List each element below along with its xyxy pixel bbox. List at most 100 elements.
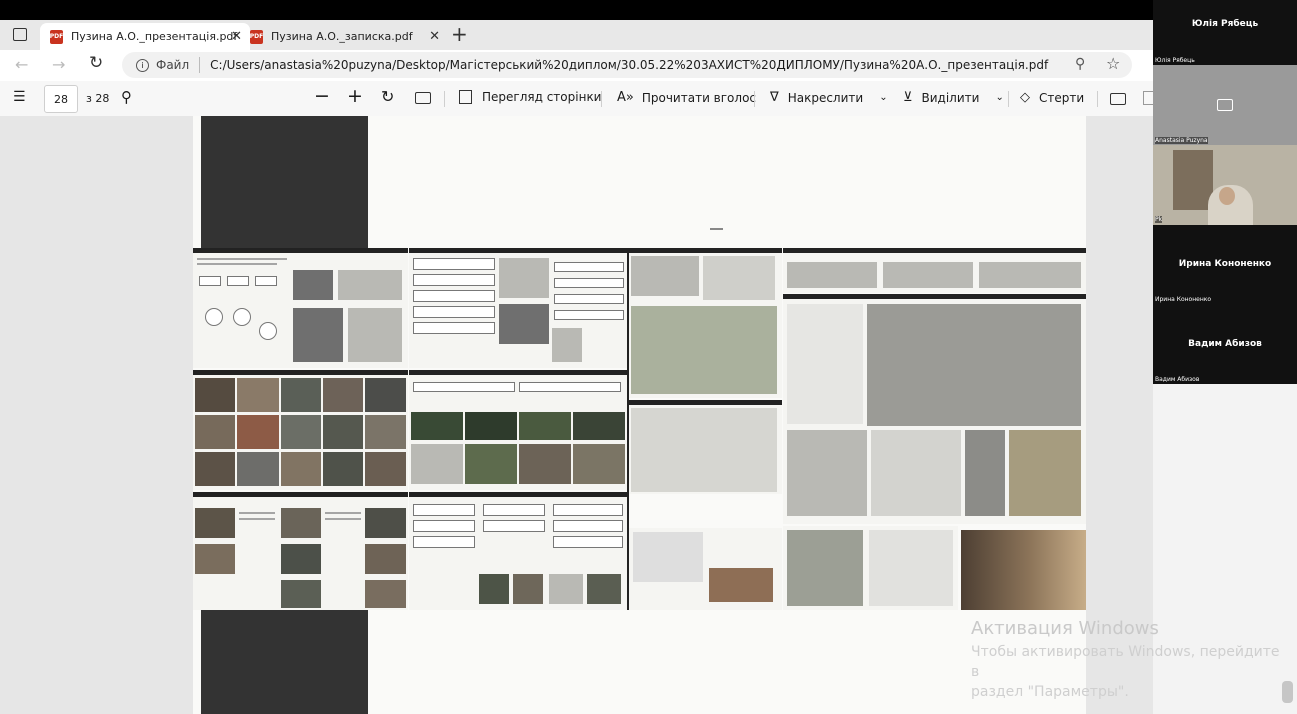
participant-tile[interactable]: Юлія Рябець Юлія Рябець [1153, 0, 1297, 65]
tab-actions-icon[interactable] [13, 28, 27, 41]
address-bar[interactable]: i Файл C:/Users/anastasia%20puzyna/Deskt… [122, 52, 1132, 78]
participant-tile[interactable]: Ирина Кононенко Ирина Кононенко [1153, 225, 1297, 305]
back-icon[interactable]: ← [15, 55, 28, 74]
zoom-icon[interactable]: ⚲ [1075, 56, 1085, 72]
close-tab-icon[interactable]: ✕ [429, 29, 440, 44]
poster-panel [193, 370, 408, 490]
toolbar-separator [601, 91, 602, 107]
forward-icon[interactable]: → [52, 55, 65, 74]
tab-presentation[interactable]: PDF Пузина А.О._презентація.pdf ✕ [40, 23, 250, 50]
pen-icon: ∇ [770, 90, 779, 105]
print-icon[interactable] [1110, 93, 1126, 105]
zoom-in-icon[interactable]: + [347, 85, 363, 107]
photo [281, 452, 321, 486]
panel-image [338, 270, 402, 300]
poster-strip [193, 248, 1086, 610]
participant-label: Рk [1155, 216, 1163, 223]
detail-image [709, 568, 773, 602]
new-tab-button[interactable]: + [451, 22, 468, 46]
page-dash [710, 228, 723, 230]
panel-image [549, 574, 583, 604]
close-tab-icon[interactable]: ✕ [231, 29, 242, 44]
photo [365, 452, 406, 486]
site-photo [631, 256, 699, 296]
fit-page-icon[interactable] [415, 92, 431, 104]
draw-label: Накреслити [787, 90, 864, 105]
panel-image [499, 258, 549, 298]
panel-header-bar [409, 492, 627, 497]
pdf-icon: PDF [50, 29, 63, 44]
url-text[interactable]: C:/Users/anastasia%20puzyna/Desktop/Магі… [210, 58, 1048, 72]
activation-line-1: Чтобы активировать Windows, перейдите в [971, 644, 1280, 680]
text-line [197, 263, 277, 265]
photo [237, 415, 279, 449]
photo [281, 580, 321, 608]
chevron-down-icon[interactable]: ⌄ [879, 92, 887, 103]
participant-tile[interactable]: Вадим Абизов Вадим Абизов [1153, 305, 1297, 384]
read-aloud-button[interactable]: A» Прочитати вголос [617, 90, 756, 105]
panel-image [499, 304, 549, 344]
photo [479, 574, 509, 604]
favorite-star-icon[interactable]: ☆ [1106, 54, 1120, 73]
photo [519, 412, 571, 440]
diagram-box [553, 536, 623, 548]
poster-panel [783, 526, 958, 610]
chevron-down-icon[interactable]: ⌄ [995, 92, 1003, 103]
table-image [633, 532, 703, 582]
rotate-icon[interactable]: ↻ [381, 87, 394, 106]
site-render [787, 530, 863, 606]
photo [323, 452, 363, 486]
diagram-box [554, 294, 624, 304]
erase-button[interactable]: ◇ Стерти [1020, 90, 1084, 105]
zoom-out-icon[interactable]: − [314, 85, 330, 107]
toolbar-separator [1008, 91, 1009, 107]
pdf-page [193, 116, 1086, 714]
participant-label: Ирина Кононенко [1155, 296, 1212, 303]
file-label: Файл [156, 58, 190, 72]
highlighter-icon: ⊻ [903, 90, 913, 105]
erase-label: Стерти [1039, 90, 1085, 105]
poster-panel [409, 492, 627, 610]
camera-off-icon [1217, 99, 1233, 111]
highlight-button[interactable]: ⊻ Виділити ⌄ [903, 90, 1004, 105]
poster-panel [409, 370, 627, 490]
diagram-box [413, 306, 495, 318]
panel-header-bar [629, 400, 782, 405]
tab-note[interactable]: PDF Пузина А.О._записка.pdf ✕ [242, 23, 448, 50]
refresh-icon[interactable]: ↻ [89, 53, 103, 73]
photo [281, 415, 321, 449]
video-feed [1173, 150, 1213, 210]
plan-drawing [787, 304, 863, 424]
diagram-box [553, 504, 623, 516]
diagram-box [413, 290, 495, 302]
participant-name: Ирина Кононенко [1178, 259, 1272, 269]
participant-name: Юлія Рябець [1191, 19, 1259, 29]
diagram-box [519, 382, 621, 392]
photo [411, 412, 463, 440]
text-line [325, 512, 361, 514]
panel-image [348, 308, 402, 362]
photo [323, 415, 363, 449]
participant-tile[interactable]: Anastasia Puzyna [1153, 65, 1297, 145]
diagram-box [413, 382, 515, 392]
search-icon[interactable]: ⚲ [121, 88, 132, 106]
diagram-box [554, 262, 624, 272]
eraser-icon: ◇ [1020, 90, 1030, 105]
photo [365, 415, 406, 449]
photo [573, 412, 625, 440]
page-number-input[interactable]: 28 [44, 85, 78, 113]
draw-button[interactable]: ∇ Накреслити ⌄ [770, 90, 888, 105]
contents-icon[interactable]: ☰ [13, 89, 26, 105]
panel-header-bar [409, 370, 627, 375]
diagram-box [483, 520, 545, 532]
participant-tile[interactable]: Рk [1153, 145, 1297, 225]
panel-header-bar [193, 492, 408, 497]
activation-message: Чтобы активировать Windows, перейдите в … [971, 642, 1291, 702]
page-view-label: Перегляд сторінки [482, 90, 602, 104]
photo [573, 444, 625, 484]
read-aloud-icon: A» [617, 90, 634, 105]
text-line [239, 518, 275, 520]
page-view-button[interactable]: Перегляд сторінки [459, 90, 601, 104]
site-photo [703, 256, 775, 300]
panel-header-bar [783, 248, 1086, 253]
